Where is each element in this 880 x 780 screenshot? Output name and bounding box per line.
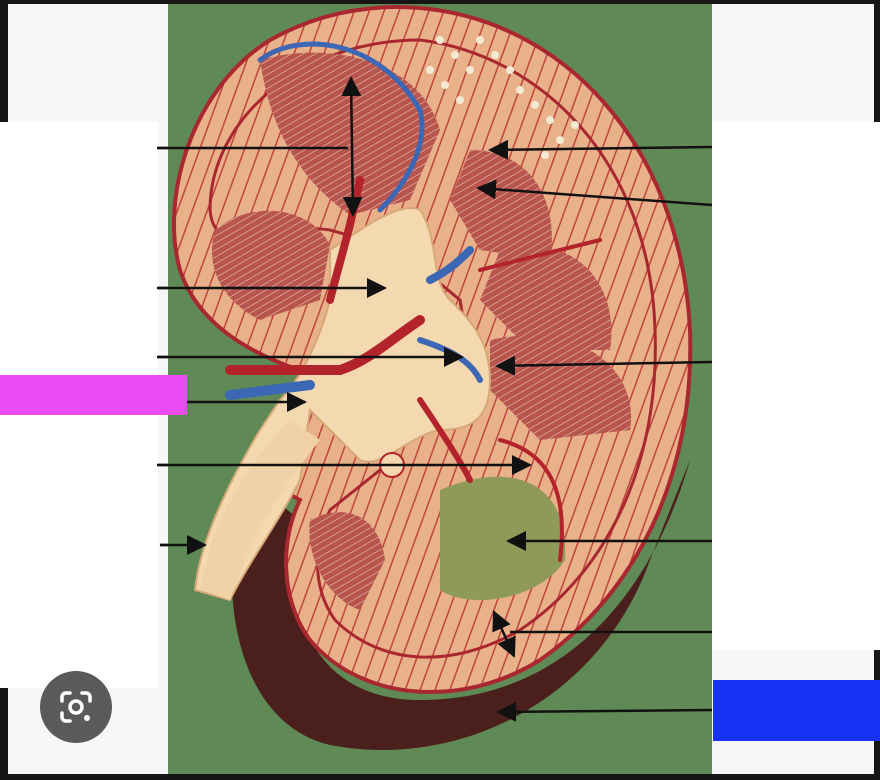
leader-lines-overlay <box>157 146 168 547</box>
google-lens-icon <box>60 691 92 723</box>
google-lens-button[interactable] <box>40 671 112 743</box>
